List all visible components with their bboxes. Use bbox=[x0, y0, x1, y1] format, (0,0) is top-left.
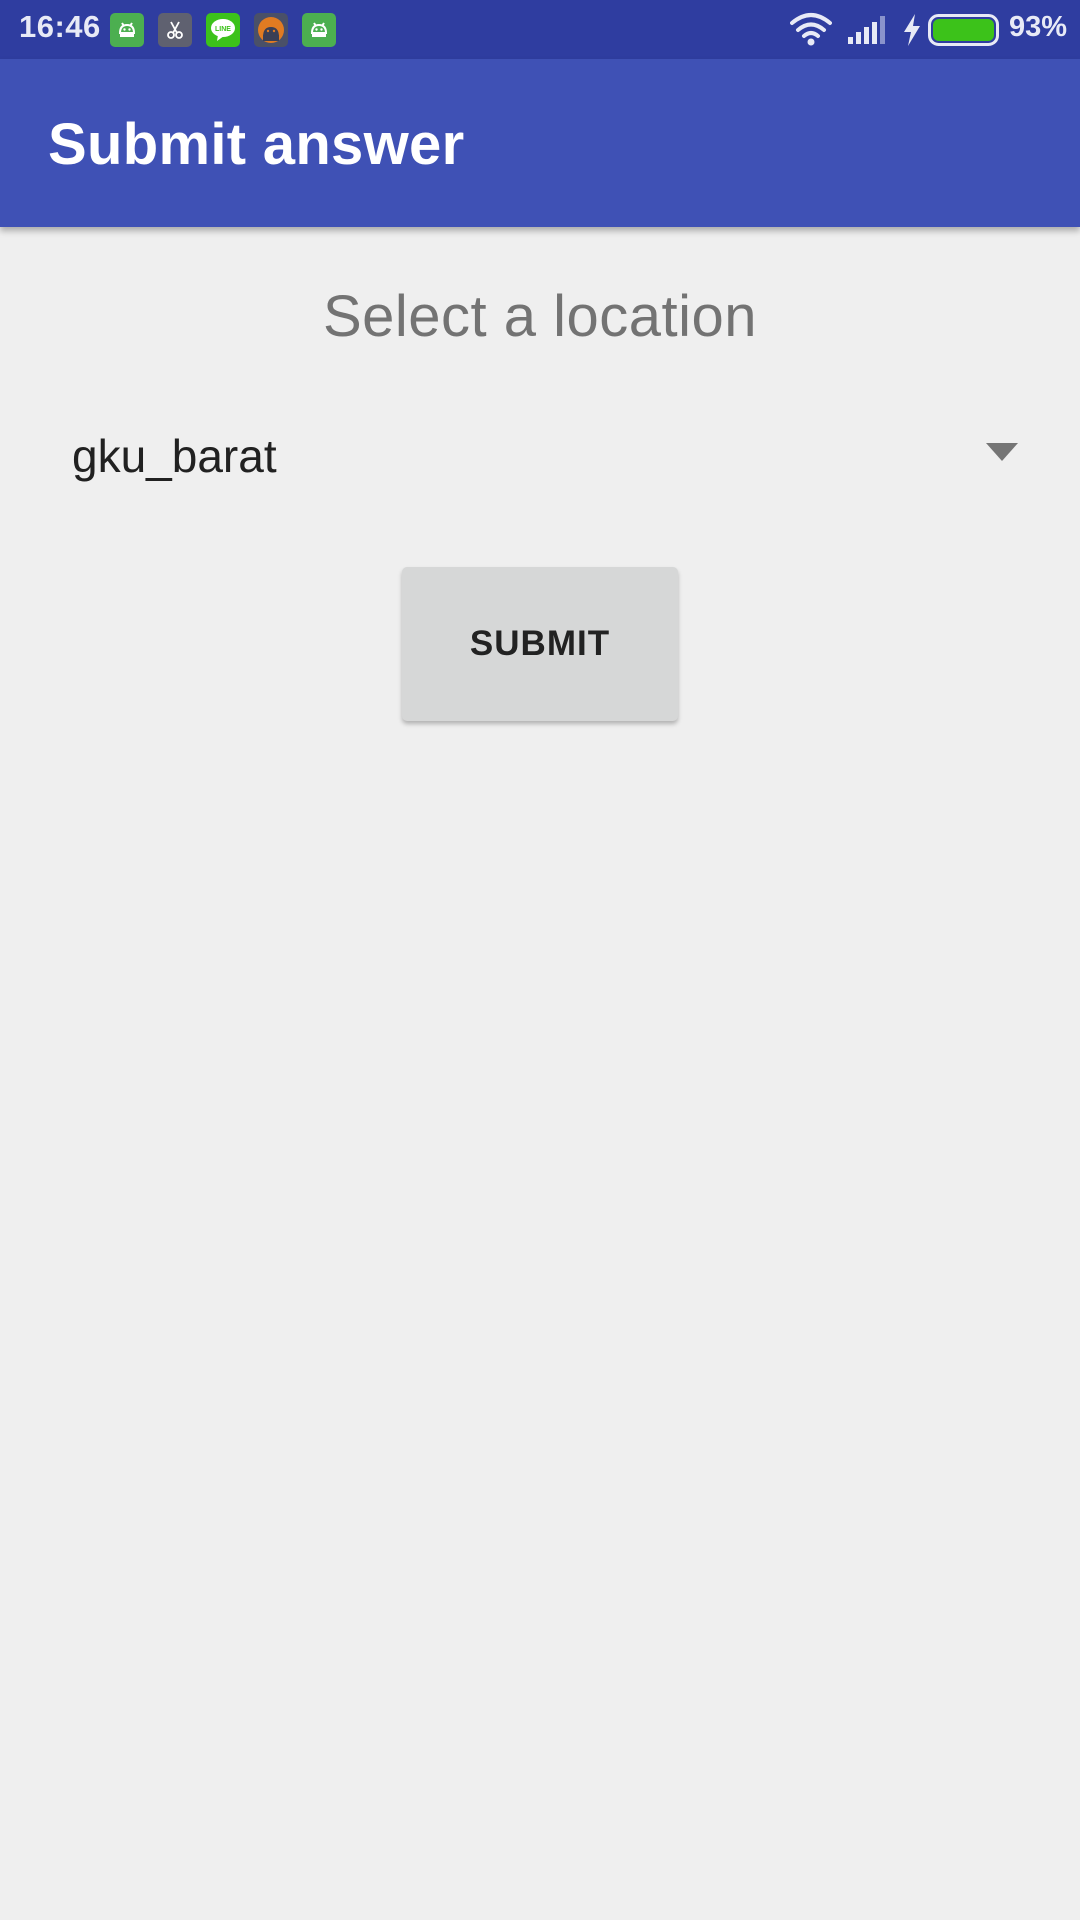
location-selected-value: gku_barat bbox=[72, 430, 277, 482]
battery-icon bbox=[928, 14, 999, 46]
scissors-app-icon bbox=[158, 13, 192, 47]
status-bar: 16:46 LINE 93% bbox=[0, 0, 1080, 59]
location-prompt: Select a location bbox=[322, 284, 758, 349]
charging-bolt-icon bbox=[904, 14, 920, 46]
page-title: Submit answer bbox=[48, 112, 465, 177]
android-robot-icon bbox=[302, 13, 336, 47]
android-robot-icon bbox=[110, 13, 144, 47]
cell-signal-icon bbox=[848, 16, 885, 44]
wifi-icon bbox=[790, 13, 832, 46]
app-bar: Submit answer bbox=[0, 59, 1080, 227]
dropdown-triangle-icon bbox=[986, 443, 1018, 461]
location-spinner[interactable]: gku_barat bbox=[48, 405, 1032, 505]
status-time: 16:46 bbox=[19, 9, 101, 44]
submit-button[interactable]: SUBMIT bbox=[402, 567, 678, 721]
screen: 16:46 LINE 93% Submit answer Select a lo… bbox=[0, 0, 1080, 1920]
battery-percent: 93% bbox=[1009, 11, 1068, 43]
android-debug-icon bbox=[254, 13, 288, 47]
svg-text:LINE: LINE bbox=[215, 26, 231, 33]
line-app-icon: LINE bbox=[206, 13, 240, 47]
